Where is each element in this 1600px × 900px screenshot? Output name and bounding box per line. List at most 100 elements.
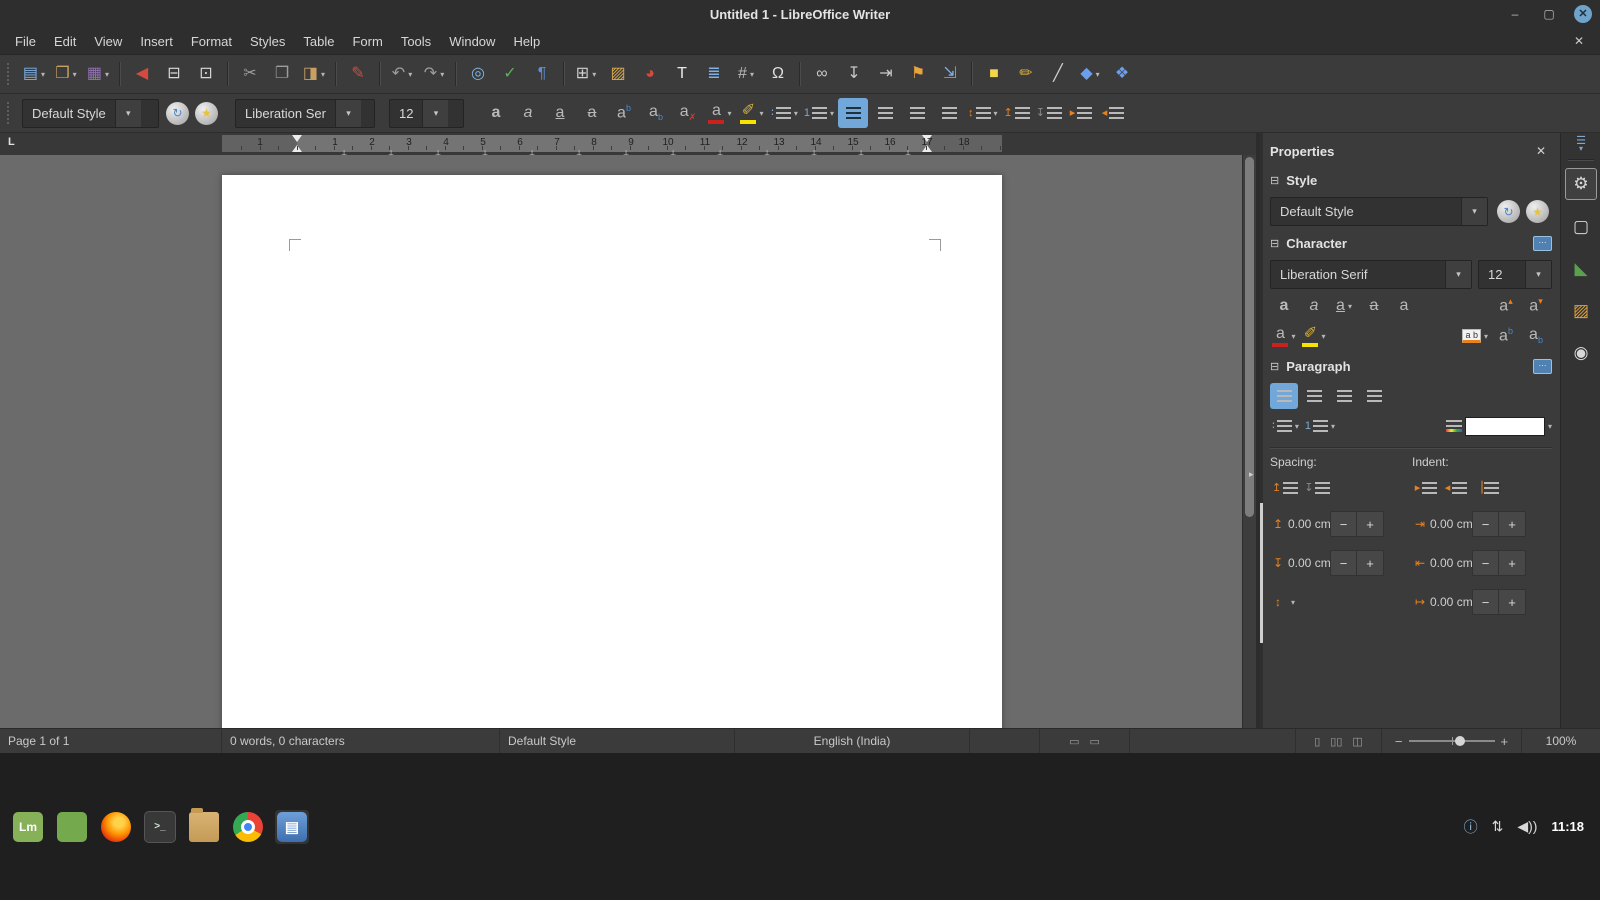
bold-button[interactable]: a	[481, 98, 511, 128]
tab-stop-type-selector[interactable]: L	[8, 136, 15, 148]
paragraph-spacing-increase-button[interactable]: ↥	[1002, 98, 1032, 128]
character-spacing-button[interactable]: a b ▾	[1460, 323, 1490, 349]
increase-indent-button[interactable]: ▸	[1066, 98, 1096, 128]
menu-view[interactable]: View	[85, 31, 131, 52]
chrome-launcher[interactable]	[231, 810, 265, 844]
paragraph-spacing-increase-button[interactable]: ↥	[1270, 475, 1300, 501]
indent-after-text-increase-button[interactable]: +	[1499, 550, 1526, 576]
close-button[interactable]: ✕	[1574, 5, 1592, 23]
toolbar-grip[interactable]	[7, 63, 14, 85]
sidebar-font-size-combo[interactable]: 12 ▾	[1478, 260, 1552, 289]
save-button[interactable]: ▦ ▾	[83, 59, 113, 89]
insert-bookmark-button[interactable]: ⚑	[903, 59, 933, 89]
menu-window[interactable]: Window	[440, 31, 504, 52]
unordered-list-button[interactable]: ∶ ▾	[769, 98, 800, 128]
sidebar-new-style-button[interactable]: ★	[1526, 200, 1549, 223]
formatting-toolbar-grip[interactable]	[7, 102, 14, 124]
maximize-button[interactable]: ▢	[1540, 5, 1558, 23]
subscript-button[interactable]: ab	[1522, 323, 1550, 349]
page-number-status[interactable]: Page 1 of 1	[0, 729, 222, 753]
green-app-launcher[interactable]	[55, 810, 89, 844]
spacing-above-value[interactable]: 0.00 cm	[1288, 517, 1330, 531]
spacing-above-increase-button[interactable]: +	[1357, 511, 1384, 537]
highlight-color-button[interactable]: ✐ ▾	[1300, 323, 1328, 349]
subscript-button[interactable]: ab	[641, 98, 671, 128]
unordered-list-dropdown[interactable]: ▾	[794, 109, 798, 118]
chevron-down-icon[interactable]: ▾	[422, 99, 449, 127]
document-view[interactable]	[0, 155, 1243, 728]
align-right-button[interactable]	[902, 98, 932, 128]
italic-button[interactable]: a	[513, 98, 543, 128]
menu-format[interactable]: Format	[182, 31, 241, 52]
paragraph-spacing-decrease-button[interactable]: ↧	[1302, 475, 1332, 501]
character-dialog-launcher-icon[interactable]: ···	[1533, 235, 1552, 251]
file-manager-launcher[interactable]	[187, 807, 221, 844]
copy-button[interactable]: ❐	[267, 59, 297, 89]
insert-special-character-button[interactable]: Ω	[763, 59, 793, 89]
indent-first-line-increase-button[interactable]: +	[1499, 589, 1526, 615]
menu-edit[interactable]: Edit	[45, 31, 85, 52]
ordered-list-button[interactable]: 1 ▾	[1303, 413, 1337, 439]
increase-font-size-button[interactable]: a▴	[1492, 293, 1520, 319]
menu-styles[interactable]: Styles	[241, 31, 294, 52]
zoom-out-icon[interactable]: −	[1395, 734, 1403, 749]
align-justify-button[interactable]	[934, 98, 964, 128]
highlight-color-dropdown[interactable]: ▾	[1321, 332, 1325, 341]
clear-formatting-button[interactable]: a✗	[673, 98, 703, 128]
strikethrough-button[interactable]: a	[1360, 293, 1388, 319]
spacing-below-increase-button[interactable]: +	[1357, 550, 1384, 576]
insert-table-button[interactable]: ⊞ ▾	[571, 59, 601, 89]
ordered-list-button[interactable]: 1 ▾	[802, 98, 836, 128]
close-document-button[interactable]: ✕	[1564, 34, 1594, 48]
terminal-launcher[interactable]: >_	[143, 810, 177, 844]
menu-tools[interactable]: Tools	[392, 31, 440, 52]
paragraph-style-combo[interactable]: Default Style ▾	[22, 98, 159, 128]
word-count-status[interactable]: 0 words, 0 characters	[222, 729, 500, 753]
paste-dropdown[interactable]: ▾	[321, 70, 325, 79]
spacing-below-decrease-button[interactable]: −	[1330, 550, 1357, 576]
new-document-button[interactable]: ▤ ▾	[19, 59, 49, 89]
ordered-list-dropdown[interactable]: ▾	[830, 109, 834, 118]
tab-gallery[interactable]: ▨	[1566, 296, 1596, 326]
find-replace-button[interactable]: ◎	[463, 59, 493, 89]
firefox-launcher[interactable]	[99, 810, 133, 844]
insert-mode-status[interactable]	[970, 729, 1040, 753]
paragraph-section-header[interactable]: ⊟ Paragraph ···	[1270, 353, 1552, 379]
formatting-marks-button[interactable]: ¶	[527, 59, 557, 89]
strikethrough-button[interactable]: a	[577, 98, 607, 128]
menu-form[interactable]: Form	[343, 31, 391, 52]
decrease-indent-button[interactable]: ◂	[1442, 475, 1470, 501]
superscript-button[interactable]: ab	[1492, 323, 1520, 349]
paragraph-spacing-decrease-button[interactable]: ↧	[1034, 98, 1064, 128]
zoom-slider-track[interactable]	[1408, 736, 1495, 746]
redo-dropdown[interactable]: ▾	[440, 70, 444, 79]
insert-field-button[interactable]: # ▾	[731, 59, 761, 89]
zoom-level-status[interactable]: 100%	[1522, 729, 1600, 753]
indent-after-text-value[interactable]: 0.00 cm	[1430, 556, 1472, 570]
bold-button[interactable]: a	[1270, 293, 1298, 319]
zoom-slider-thumb[interactable]	[1454, 736, 1465, 746]
chevron-down-icon[interactable]: ▾	[1525, 261, 1551, 288]
book-view-button[interactable]: ◫	[1352, 735, 1362, 748]
indent-first-line-decrease-button[interactable]: −	[1472, 589, 1499, 615]
clone-formatting-button[interactable]: ✎	[343, 59, 373, 89]
paste-button[interactable]: ◨ ▾	[299, 59, 329, 89]
paragraph-dialog-launcher-icon[interactable]: ···	[1533, 358, 1552, 374]
font-color-button[interactable]: a ▾	[1270, 323, 1298, 349]
underline-button[interactable]: a ▾	[1330, 293, 1358, 319]
sidebar-scrollbar-thumb[interactable]	[1260, 503, 1263, 643]
insert-footnote-button[interactable]: ↧	[839, 59, 869, 89]
sidebar-style-combo[interactable]: Default Style ▾	[1270, 197, 1488, 226]
font-color-dropdown[interactable]: ▾	[1291, 332, 1295, 341]
align-left-button[interactable]	[838, 98, 869, 128]
line-spacing-dropdown[interactable]: ▾	[1291, 598, 1295, 607]
vertical-scrollbar[interactable]	[1242, 155, 1256, 728]
zoom-in-icon[interactable]: +	[1501, 734, 1509, 749]
indent-before-text-increase-button[interactable]: +	[1499, 511, 1526, 537]
export-pdf-button[interactable]: ◀	[127, 59, 157, 89]
indent-before-text-value[interactable]: 0.00 cm	[1430, 517, 1472, 531]
network-icon[interactable]: ⇅	[1492, 818, 1504, 835]
sidebar-collapse-arrow[interactable]: ▸	[1249, 469, 1254, 480]
insert-endnote-button[interactable]: ⇥	[871, 59, 901, 89]
sidebar-font-name-combo[interactable]: Liberation Serif ▾	[1270, 260, 1472, 289]
